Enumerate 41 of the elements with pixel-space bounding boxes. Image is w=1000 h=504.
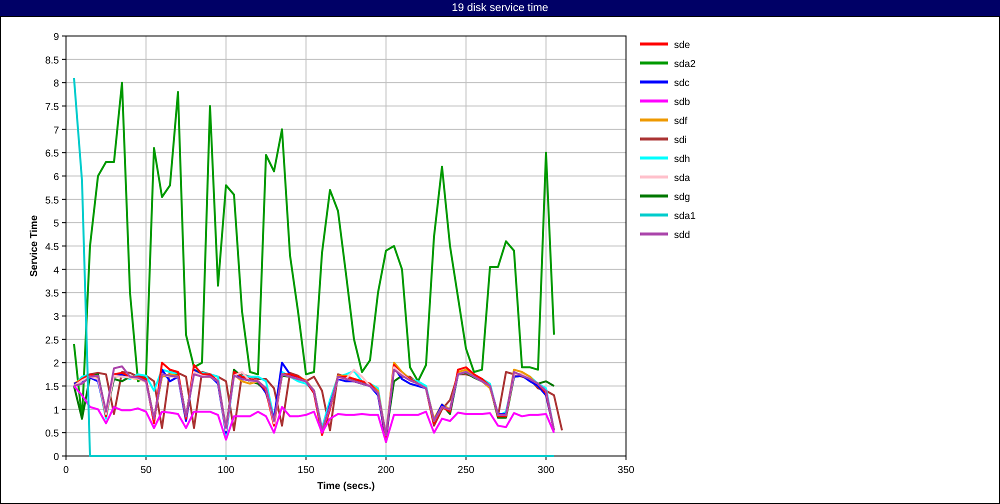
y-tick-label: 1.5 [45, 382, 59, 393]
y-tick-label: 0.5 [45, 428, 59, 440]
legend-label: sdb [674, 97, 690, 108]
y-tick-label: 6 [53, 172, 59, 183]
legend-label: sda [674, 173, 690, 184]
x-tick-label: 0 [63, 465, 69, 476]
y-tick-label: 6.5 [45, 148, 59, 160]
y-tick-label: 8.5 [45, 55, 59, 66]
y-tick-label: 7 [53, 125, 59, 136]
y-tick-label: 9 [53, 32, 59, 43]
legend-label: sdc [674, 78, 690, 89]
window-title: 19 disk service time [452, 1, 548, 16]
y-tick-label: 3.5 [45, 288, 59, 300]
x-axis-title: Time (secs.) [317, 481, 375, 492]
y-tick-label: 7.5 [45, 102, 59, 113]
legend-label: sdd [674, 230, 690, 241]
y-tick-label: 0 [53, 452, 59, 463]
y-tick-label: 4.5 [45, 242, 59, 253]
y-tick-label: 1 [53, 405, 59, 416]
x-tick-label: 100 [218, 465, 234, 476]
y-tick-label: 2 [53, 358, 59, 370]
legend-label: sdg [674, 192, 690, 203]
legend-label: sdh [674, 154, 690, 165]
y-axis-title: Service Time [29, 215, 40, 277]
legend-label: sda1 [674, 211, 696, 222]
x-tick-label: 250 [458, 465, 474, 476]
legend-label: sdf [674, 116, 688, 127]
x-tick-label: 350 [618, 465, 634, 476]
y-tick-label: 3 [53, 312, 59, 323]
y-tick-label: 8 [53, 78, 59, 90]
x-tick-label: 50 [140, 465, 152, 476]
y-tick-label: 2.5 [45, 335, 59, 346]
x-tick-label: 200 [378, 465, 394, 476]
legend-label: sda2 [674, 59, 696, 70]
legend-label: sde [674, 40, 690, 51]
y-tick-label: 5.5 [45, 195, 59, 206]
legend-label: sdi [674, 135, 687, 146]
x-tick-label: 300 [538, 465, 554, 476]
y-tick-label: 4 [53, 265, 59, 276]
y-tick-label: 5 [53, 218, 59, 230]
x-tick-label: 150 [298, 465, 314, 476]
